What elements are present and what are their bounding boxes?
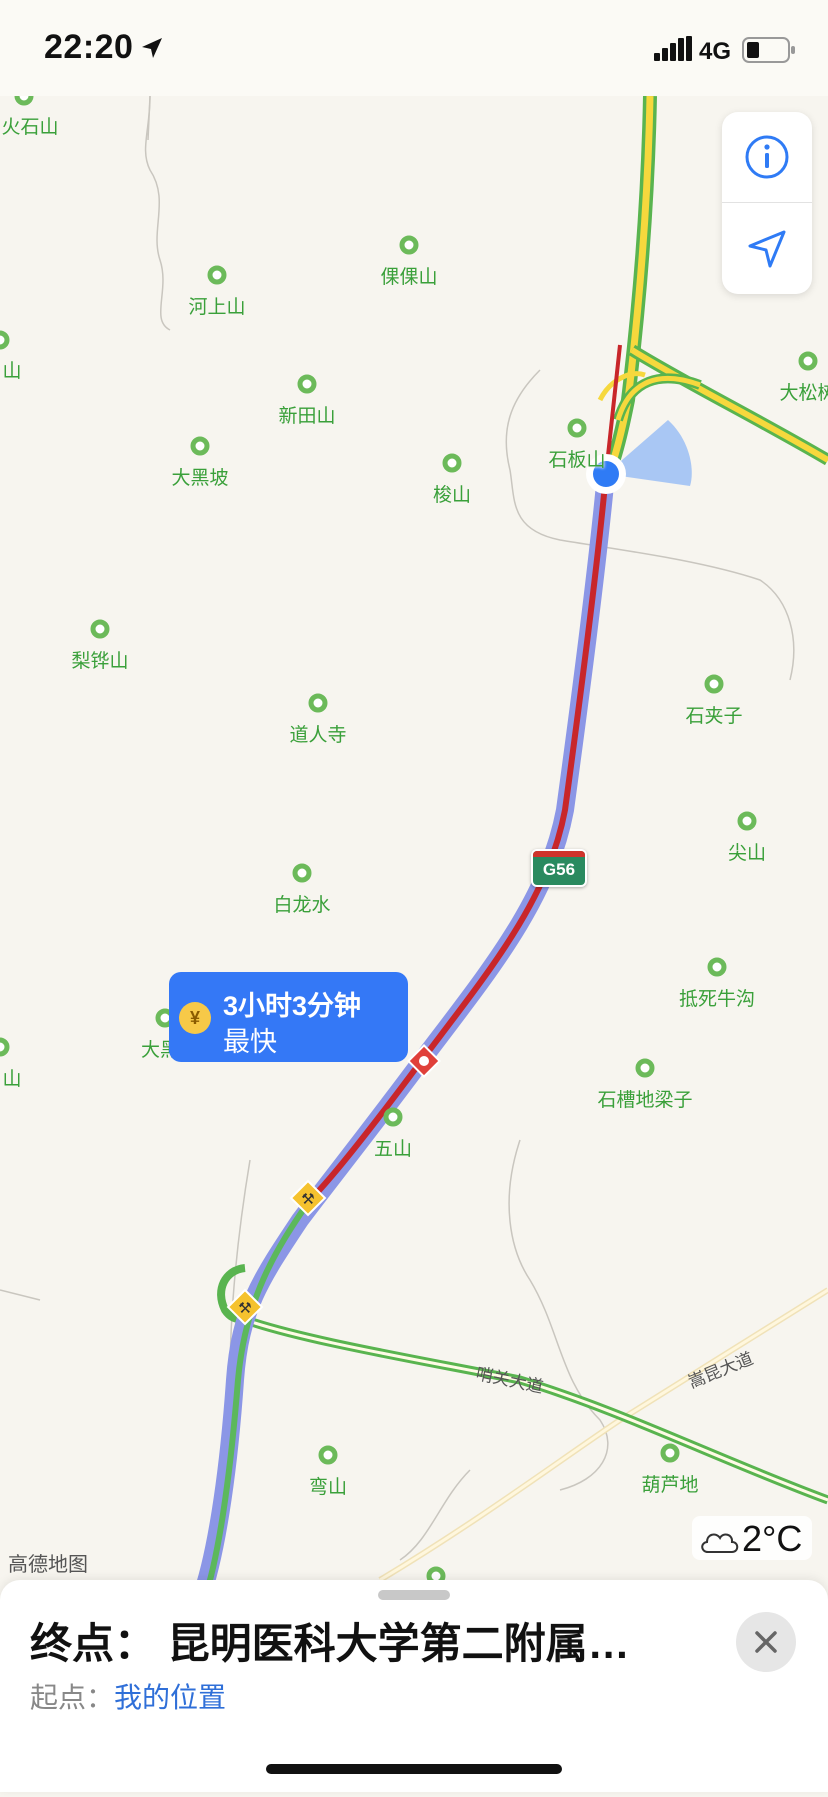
place-label: 大松树 — [779, 383, 828, 404]
home-indicator — [266, 1764, 562, 1774]
place-label: 尖山 — [727, 843, 767, 864]
navigation-arrow-icon — [748, 230, 786, 268]
place-label: 梨铧山 — [71, 651, 129, 672]
weather-widget: 2°C — [692, 1516, 812, 1560]
status-time: 22:20 — [44, 28, 134, 66]
sheet-grabber[interactable] — [378, 1590, 450, 1600]
place-label: 白龙水 — [273, 895, 331, 916]
place-label: 大黑坡 — [171, 468, 229, 489]
cloud-icon — [701, 1533, 739, 1553]
status-bar: 22:20 4G — [0, 0, 828, 96]
place-label: 五山 — [373, 1139, 413, 1160]
yen-icon: ¥ — [179, 1002, 211, 1034]
place-label: 弯山 — [308, 1477, 348, 1498]
place-label: 河上山 — [188, 297, 246, 318]
place-label: 梭山 — [432, 485, 472, 506]
route-tag: 最快 — [223, 1027, 277, 1057]
origin-row: 起点：我的位置 — [30, 1676, 226, 1716]
place-label: 山 — [2, 361, 22, 382]
route-duration: 3小时3分钟 — [223, 991, 362, 1021]
close-icon — [755, 1631, 777, 1653]
place-label: 火石山 — [1, 117, 59, 138]
location-arrow-icon — [142, 38, 162, 58]
place-label: 葫芦地 — [641, 1475, 699, 1496]
signal-icon — [654, 36, 692, 61]
svg-text:⚒: ⚒ — [238, 1300, 251, 1317]
weather-temperature: 2°C — [742, 1518, 803, 1559]
info-button[interactable] — [722, 112, 812, 202]
locate-button[interactable] — [722, 204, 812, 294]
place-label: 抵死牛沟 — [678, 989, 756, 1010]
destination-title: 终点： 昆明医科大学第二附属… — [30, 1620, 630, 1667]
info-icon — [745, 135, 789, 179]
place-label: 石槽地梁子 — [597, 1090, 693, 1111]
place-label: 石板山 — [548, 450, 606, 471]
network-type: 4G — [699, 38, 732, 65]
highway-shield: G56 — [531, 849, 587, 887]
close-button[interactable] — [736, 1612, 796, 1672]
place-label: 新田山 — [278, 406, 336, 427]
route-bottom-sheet[interactable]: 终点： 昆明医科大学第二附属… 起点：我的位置 — [0, 1580, 828, 1792]
battery-icon — [742, 37, 795, 63]
map-controls — [722, 112, 812, 294]
place-label: 倮倮山 — [380, 267, 438, 288]
divider — [722, 202, 812, 203]
route-callout[interactable]: ¥ 3小时3分钟 最快 — [169, 972, 408, 1062]
origin-label: 起点： — [30, 1682, 115, 1713]
place-label: 山 — [2, 1069, 22, 1090]
place-label: 道人寺 — [289, 725, 347, 746]
map-attribution: 高德地图 — [8, 1554, 88, 1576]
svg-text:⚒: ⚒ — [301, 1191, 314, 1208]
place-label: 石夹子 — [685, 706, 743, 727]
origin-value[interactable]: 我的位置 — [114, 1682, 226, 1713]
